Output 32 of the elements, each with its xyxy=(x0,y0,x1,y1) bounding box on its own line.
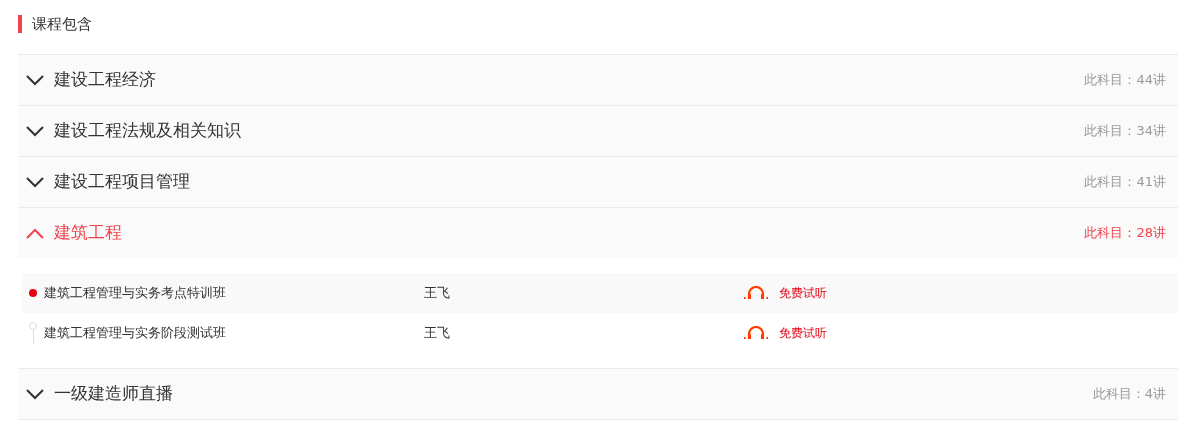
subject-name: 建筑工程 xyxy=(54,221,122,245)
subject-header[interactable]: 建筑工程 此科目：28讲 xyxy=(18,208,1178,258)
lesson-count: 此科目：34讲 xyxy=(1084,122,1166,141)
free-trial-button[interactable]: 免费试听 xyxy=(744,324,827,342)
subject-name: 建设工程经济 xyxy=(54,68,156,92)
section-title: 课程包含 xyxy=(32,13,92,35)
subject-name: 一级建造师直播 xyxy=(54,382,173,406)
lesson-count: 此科目：4讲 xyxy=(1092,385,1166,404)
headphones-icon xyxy=(744,286,768,300)
timeline-line xyxy=(32,330,34,344)
teacher-name: 王飞 xyxy=(424,284,451,303)
chevron-down-icon xyxy=(26,176,44,188)
lesson-title: 建筑工程管理与实务阶段测试班 xyxy=(44,324,227,343)
lesson-count: 此科目：44讲 xyxy=(1084,71,1166,90)
lesson-title: 建筑工程管理与实务考点特训班 xyxy=(44,284,227,303)
subject-header[interactable]: 建设工程法规及相关知识 此科目：34讲 xyxy=(18,106,1178,156)
accent-bar xyxy=(18,15,22,33)
subject-name: 建设工程项目管理 xyxy=(54,170,190,194)
subject-header[interactable]: 建设工程项目管理 此科目：41讲 xyxy=(18,157,1178,207)
teacher-name: 王飞 xyxy=(424,324,451,343)
subject-header[interactable]: 建设工程经济 此科目：44讲 xyxy=(18,55,1178,105)
lesson-count: 此科目：41讲 xyxy=(1084,173,1166,192)
chevron-down-icon xyxy=(26,388,44,400)
chevron-down-icon xyxy=(26,125,44,137)
subject-name: 建设工程法规及相关知识 xyxy=(54,119,241,143)
lesson-count: 此科目：28讲 xyxy=(1084,224,1166,243)
lesson-row[interactable]: 建筑工程管理与实务考点特训班 王飞 免费试听 xyxy=(22,273,1178,313)
headphones-icon xyxy=(744,326,768,340)
free-trial-button[interactable]: 免费试听 xyxy=(744,284,827,302)
subject-header[interactable]: 一级建造师直播 此科目：4讲 xyxy=(18,369,1178,419)
chevron-down-icon xyxy=(26,74,44,86)
chevron-up-icon xyxy=(26,227,44,239)
